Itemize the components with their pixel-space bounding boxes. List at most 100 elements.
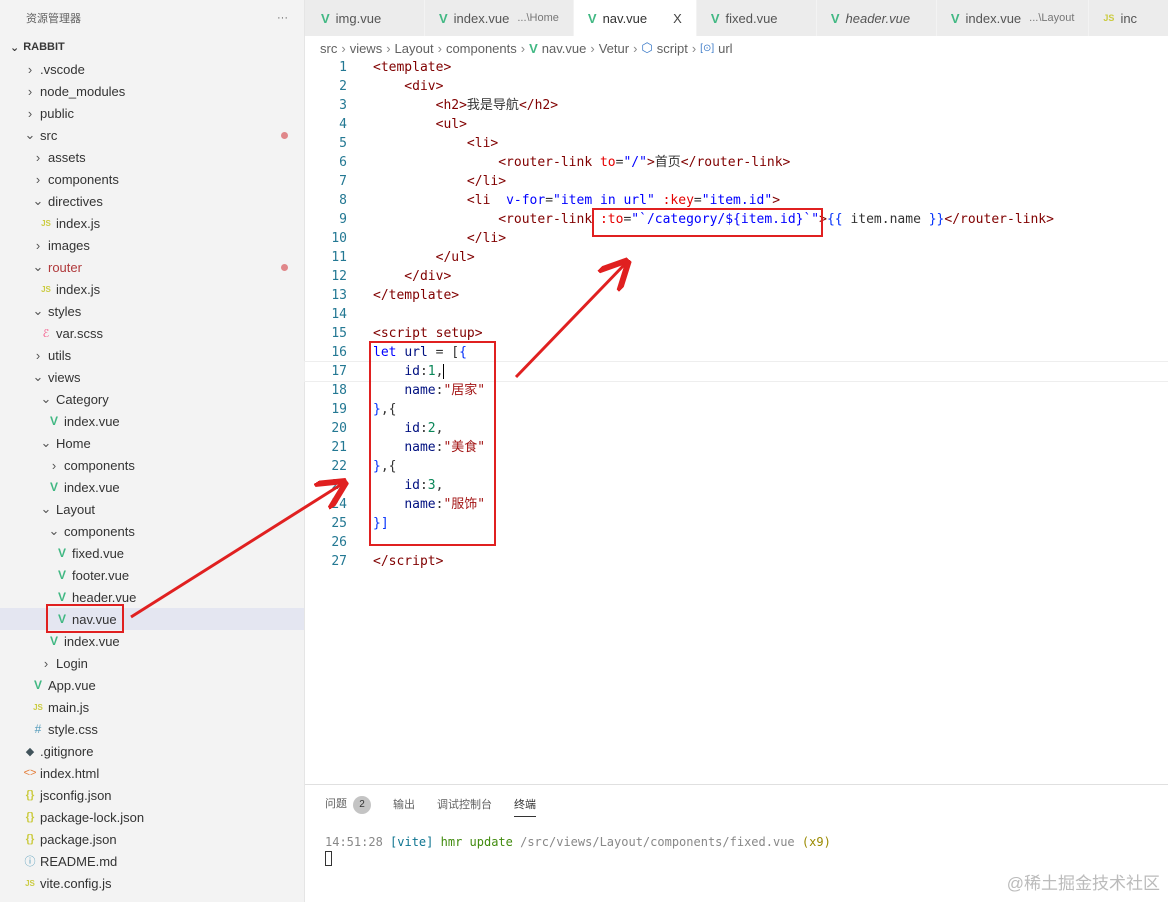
- line-content: </script>: [373, 552, 443, 571]
- tree-item[interactable]: V App.vue: [0, 674, 304, 696]
- close-tab-icon[interactable]: X: [673, 11, 682, 26]
- tree-item[interactable]: ℰvar.scss: [0, 322, 304, 344]
- panel-tab[interactable]: 问题 2: [325, 795, 371, 814]
- tree-item[interactable]: Vheader.vue: [0, 586, 304, 608]
- tab[interactable]: Vnav.vue X: [573, 0, 697, 36]
- tree-item[interactable]: {} package.json: [0, 828, 304, 850]
- code-line: 8 <li v-for="item in url" :key="item.id"…: [305, 191, 1168, 210]
- chevron-right-icon: ›: [35, 149, 41, 165]
- tree-item[interactable]: ◆ .gitignore: [0, 740, 304, 762]
- terminal-output[interactable]: 14:51:28 [vite] hmr update /src/views/La…: [305, 823, 1168, 869]
- vue-icon: V: [49, 634, 58, 648]
- tree-item[interactable]: › images: [0, 234, 304, 256]
- tree-item[interactable]: › node_modules: [0, 80, 304, 102]
- tree-item[interactable]: Vnav.vue: [0, 608, 304, 630]
- workspace-root[interactable]: ⌄ RABBIT: [0, 36, 304, 58]
- tree-item[interactable]: ⌄ Category: [0, 388, 304, 410]
- breadcrumb-item[interactable]: src: [320, 41, 337, 56]
- tree-item[interactable]: ⌄ components: [0, 520, 304, 542]
- code-line: 6 <router-link to="/">首页</router-link>: [305, 153, 1168, 172]
- line-content: name:"服饰": [373, 495, 485, 514]
- tab[interactable]: JS inc: [1089, 0, 1168, 36]
- tree-item[interactable]: › .vscode: [0, 58, 304, 80]
- tree-item[interactable]: ⌄ styles: [0, 300, 304, 322]
- module-icon: ⬡: [641, 40, 653, 55]
- panel-tab[interactable]: 输出: [393, 796, 415, 812]
- vue-icon: V: [57, 546, 66, 560]
- tree-item[interactable]: <> index.html: [0, 762, 304, 784]
- code-line: 11 </ul>: [305, 248, 1168, 267]
- vue-icon: V: [49, 414, 58, 428]
- code-token: </router-link>: [680, 155, 791, 170]
- tree-item[interactable]: JS index.js: [0, 212, 304, 234]
- tree-item[interactable]: ⌄ directives: [0, 190, 304, 212]
- tree-item[interactable]: › components: [0, 454, 304, 476]
- tree-item[interactable]: ⓘ README.md: [0, 850, 304, 872]
- tree-item[interactable]: ⌄ Layout: [0, 498, 304, 520]
- breadcrumb-item[interactable]: Vetur: [599, 41, 629, 56]
- tree-item[interactable]: › public: [0, 102, 304, 124]
- line-content: <div>: [373, 77, 443, 96]
- tree-item[interactable]: › Login: [0, 652, 304, 674]
- tree-item[interactable]: Vindex.vue: [0, 476, 304, 498]
- line-content: },{: [373, 457, 396, 476]
- breadcrumb-item[interactable]: components: [446, 41, 517, 56]
- tree-item[interactable]: ⌄ views: [0, 366, 304, 388]
- tab[interactable]: Vindex.vue ...\Layout: [936, 0, 1090, 36]
- tree-item[interactable]: ⌄ src: [0, 124, 304, 146]
- panel-tab[interactable]: 终端: [514, 796, 536, 817]
- tree-item[interactable]: Vindex.vue: [0, 410, 304, 432]
- breadcrumb-item[interactable]: views: [350, 41, 383, 56]
- tab[interactable]: Vfixed.vue: [696, 0, 817, 36]
- js-icon: JS: [1103, 13, 1115, 23]
- tree-item-label: README.md: [40, 853, 118, 869]
- breadcrumb-item[interactable]: nav.vue: [542, 41, 587, 56]
- code-token: "美食": [443, 440, 486, 455]
- tree-item[interactable]: {} jsconfig.json: [0, 784, 304, 806]
- tab[interactable]: Vheader.vue: [816, 0, 937, 36]
- tree-item-label: index.vue: [64, 413, 120, 429]
- tree-item[interactable]: › assets: [0, 146, 304, 168]
- code-line: 12 </div>: [305, 267, 1168, 286]
- tree-item[interactable]: › utils: [0, 344, 304, 366]
- tree-item-label: utils: [48, 347, 72, 363]
- panel-tab-label: 输出: [393, 799, 415, 811]
- json-icon: {}: [25, 789, 35, 801]
- code-line: 2 <div>: [305, 77, 1168, 96]
- code-line: 5 <li>: [305, 134, 1168, 153]
- line-number: 12: [331, 269, 347, 284]
- code-line: 13 </template>: [305, 286, 1168, 305]
- breadcrumb-item[interactable]: url: [718, 41, 732, 56]
- more-actions-icon[interactable]: ···: [277, 12, 288, 24]
- editor-tabs: Vimg.vue Vindex.vue ...\Home Vnav.vue X Vfixe…: [305, 0, 1168, 36]
- tree-item[interactable]: {} package-lock.json: [0, 806, 304, 828]
- tree-item[interactable]: ⌄ router: [0, 256, 304, 278]
- panel-tab[interactable]: 调试控制台: [437, 796, 492, 812]
- tree-item[interactable]: JS index.js: [0, 278, 304, 300]
- tree-item[interactable]: # style.css: [0, 718, 304, 740]
- code-editor[interactable]: 1 <template> 2 <div> 3 <h2>我是导航</h2> 4 <ul> 5…: [304, 58, 1168, 784]
- line-content: <h2>我是导航</h2>: [373, 96, 558, 115]
- code-token: id: [404, 421, 420, 436]
- breadcrumb-item[interactable]: script: [657, 41, 688, 56]
- tree-item[interactable]: Vfixed.vue: [0, 542, 304, 564]
- line-number: 10: [331, 231, 347, 246]
- code-token: "居家": [443, 383, 486, 398]
- breadcrumb-item[interactable]: Layout: [395, 41, 434, 56]
- tree-item[interactable]: › components: [0, 168, 304, 190]
- panel-tab-label: 终端: [514, 799, 536, 811]
- code-token: "/": [623, 155, 647, 170]
- tree-item[interactable]: Vindex.vue: [0, 630, 304, 652]
- tab[interactable]: Vimg.vue: [305, 0, 425, 36]
- tree-item[interactable]: JS main.js: [0, 696, 304, 718]
- tree-item[interactable]: ⌄ Home: [0, 432, 304, 454]
- code-token: name: [404, 383, 436, 398]
- tree-item[interactable]: JS vite.config.js: [0, 872, 304, 894]
- tab[interactable]: Vindex.vue ...\Home: [425, 0, 574, 36]
- tab-path: ...\Layout: [1029, 12, 1075, 24]
- code-line: 17 id:1,: [304, 361, 1168, 382]
- tree-item-label: views: [48, 369, 81, 385]
- tree-item[interactable]: Vfooter.vue: [0, 564, 304, 586]
